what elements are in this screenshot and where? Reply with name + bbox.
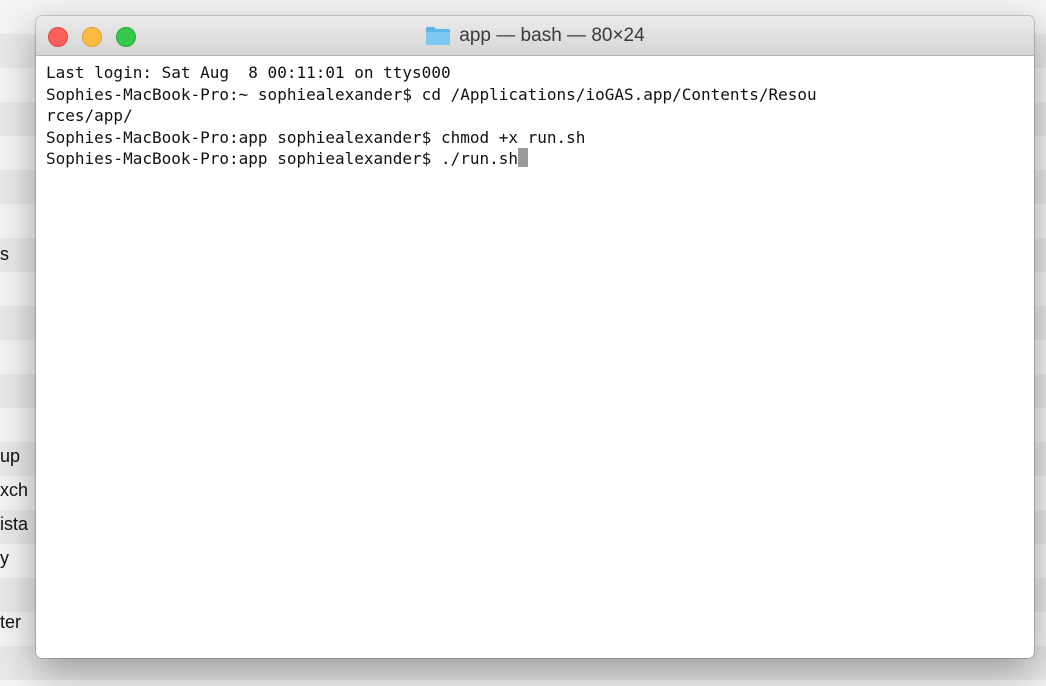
background-sidebar-fragment: up xyxy=(0,446,21,466)
terminal-line-current[interactable]: Sophies-MacBook-Pro:app sophiealexander$… xyxy=(46,148,1024,170)
window-title: app — bash — 80×24 xyxy=(36,16,1034,56)
title-bar[interactable]: app — bash — 80×24 xyxy=(36,16,1034,56)
background-sidebar-fragment: s xyxy=(0,244,9,264)
terminal-line: rces/app/ xyxy=(46,106,133,125)
text-cursor xyxy=(518,148,529,167)
terminal-window[interactable]: app — bash — 80×24 Last login: Sat Aug 8… xyxy=(36,16,1034,658)
background-sidebar-fragment: y xyxy=(0,548,9,568)
terminal-line: Sophies-MacBook-Pro:app sophiealexander$… xyxy=(46,127,586,147)
background-sidebar-fragment: xch xyxy=(0,480,29,500)
terminal-line: Sophies-MacBook-Pro:~ sophiealexander$ c… xyxy=(46,84,817,104)
folder-icon xyxy=(425,26,451,46)
background-sidebar-fragment: ista xyxy=(0,514,29,534)
terminal-output[interactable]: Last login: Sat Aug 8 00:11:01 on ttys00… xyxy=(36,56,1034,658)
terminal-line: Last login: Sat Aug 8 00:11:01 on ttys00… xyxy=(46,63,451,82)
background-sidebar-fragment: ter xyxy=(0,612,22,632)
terminal-line-text: Sophies-MacBook-Pro:app sophiealexander$… xyxy=(46,149,519,168)
window-title-text: app — bash — 80×24 xyxy=(459,25,645,46)
